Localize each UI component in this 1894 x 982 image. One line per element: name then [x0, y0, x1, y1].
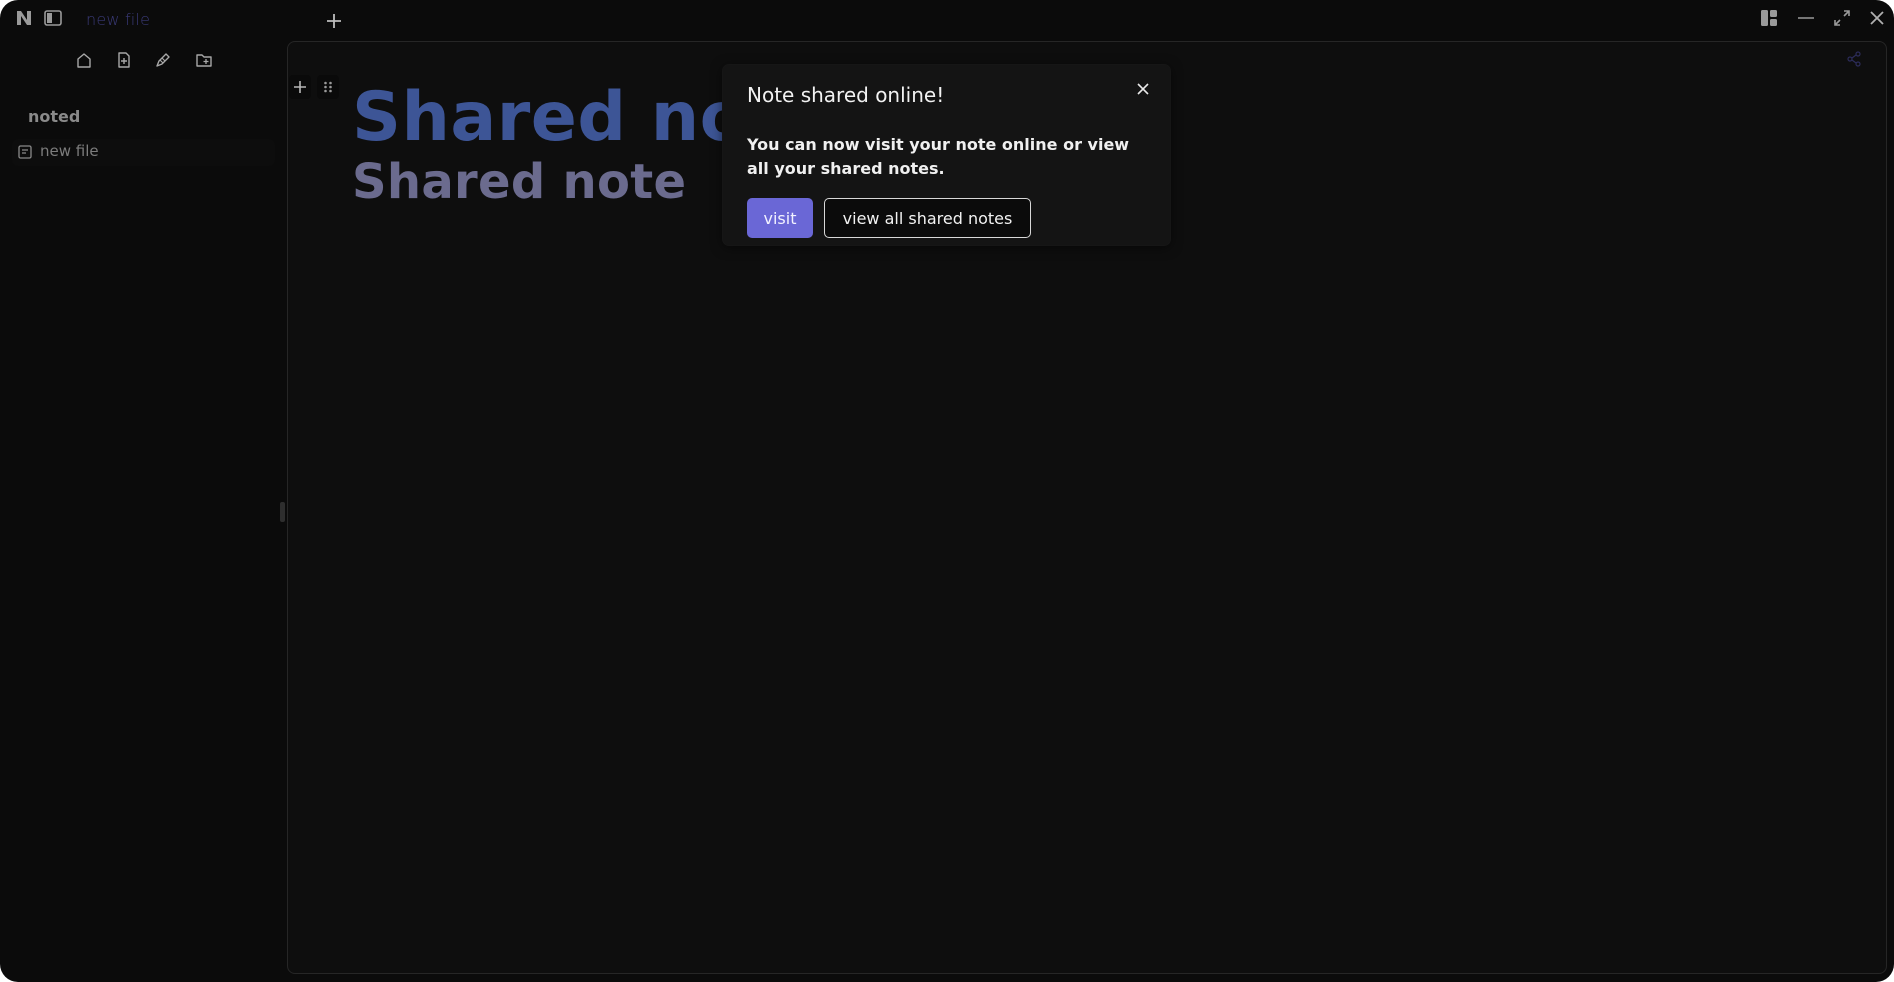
app-logo-icon [15, 9, 33, 27]
share-button[interactable] [1846, 51, 1862, 67]
minimize-button[interactable] [1796, 8, 1816, 28]
sidebar-toggle-icon[interactable] [44, 10, 62, 26]
file-label: new file [40, 142, 99, 160]
plus-icon [327, 14, 341, 28]
layout-button[interactable] [1759, 8, 1779, 28]
workspace-title: noted [28, 107, 81, 126]
popup-close-button[interactable] [1135, 81, 1151, 97]
view-all-shared-notes-button[interactable]: view all shared notes [824, 198, 1031, 238]
close-icon [1870, 11, 1884, 25]
drag-handle-icon [324, 81, 332, 93]
popup-message: You can now visit your note online or vi… [747, 135, 1130, 178]
minimize-icon [1798, 17, 1814, 19]
tab-new-file[interactable]: new file [86, 10, 150, 29]
close-window-button[interactable] [1867, 8, 1887, 28]
note-icon [18, 145, 32, 159]
maximize-icon [1834, 10, 1850, 26]
close-icon [1137, 83, 1149, 95]
layout-icon [1761, 10, 1777, 26]
new-folder-button[interactable] [195, 51, 213, 69]
share-popup: Note shared online! You can now visit yo… [723, 65, 1170, 245]
new-canvas-icon [156, 53, 170, 67]
plus-icon [294, 81, 306, 93]
title-bar: new file [0, 0, 1894, 41]
popup-title: Note shared online! [747, 83, 945, 107]
drag-handle[interactable] [317, 75, 339, 99]
heading-2[interactable]: Shared note [352, 154, 686, 210]
visit-button[interactable]: visit [747, 198, 813, 238]
file-item[interactable]: new file [12, 139, 275, 166]
home-button[interactable] [75, 51, 93, 69]
sidebar-resize-handle[interactable] [280, 502, 285, 522]
app-window: new file noted new file Shared note Shar… [0, 0, 1894, 982]
home-icon [77, 53, 91, 68]
new-canvas-button[interactable] [154, 51, 172, 69]
share-icon [1847, 51, 1861, 67]
new-folder-icon [196, 54, 212, 67]
new-file-icon [118, 52, 130, 68]
add-block-button[interactable] [289, 75, 311, 99]
new-file-button[interactable] [115, 51, 133, 69]
sidebar: noted new file [0, 41, 281, 982]
maximize-button[interactable] [1832, 8, 1852, 28]
new-tab-button[interactable] [324, 11, 344, 31]
